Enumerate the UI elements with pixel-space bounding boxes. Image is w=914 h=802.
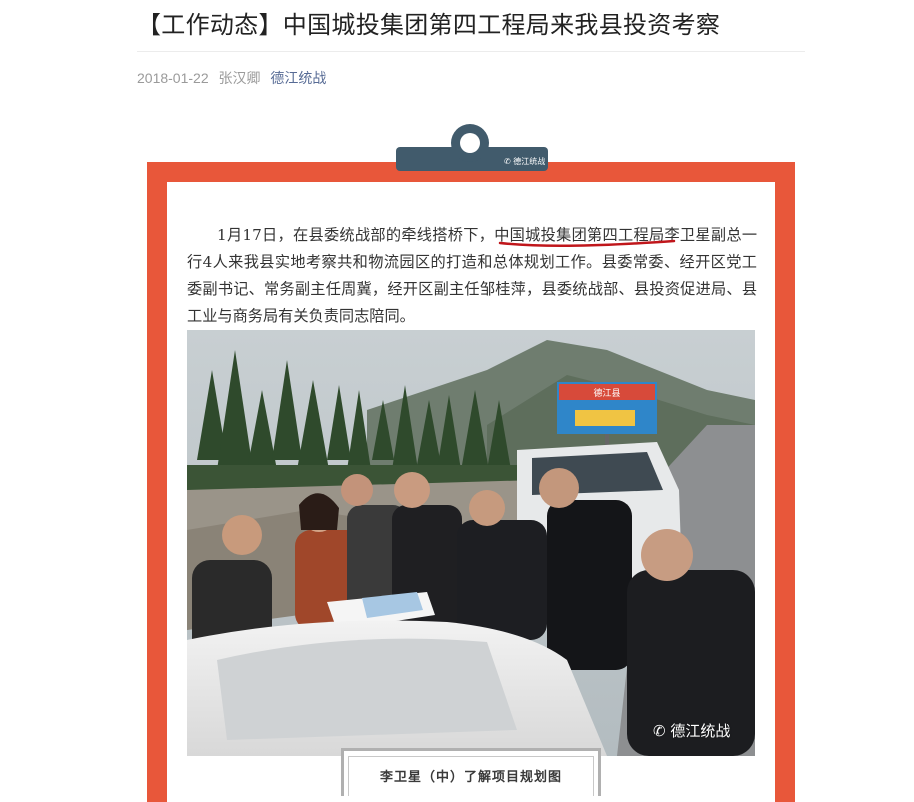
author-name: 张汉卿 bbox=[218, 70, 261, 86]
photo-caption: 李卫星（中）了解项目规划图 bbox=[379, 770, 562, 785]
wechat-watermark-icon: ✆ bbox=[653, 722, 666, 740]
wechat-icon: ✆ bbox=[504, 157, 511, 166]
tag-logo-text: 德江统战 bbox=[513, 157, 546, 166]
article-meta: 2018-01-22 张汉卿 德江统战 bbox=[137, 68, 332, 88]
photo-watermark: ✆ 德江统战 bbox=[653, 720, 730, 741]
publish-date: 2018-01-22 bbox=[137, 70, 209, 86]
para-text-1: 1月17日，在县委统战部的牵线搭桥下， bbox=[217, 226, 495, 244]
source-account-link[interactable]: 德江统战 bbox=[270, 70, 326, 86]
article-photo: 德江县 bbox=[187, 330, 755, 756]
tag-ring-hole bbox=[460, 133, 480, 153]
watermark-text: 德江统战 bbox=[670, 722, 731, 740]
photo-illustration: 德江县 bbox=[187, 330, 755, 756]
billboard-text: 德江县 bbox=[593, 387, 620, 399]
red-underline-mark bbox=[498, 239, 676, 248]
tag-logo: ✆ 德江统战 bbox=[504, 156, 545, 167]
title-divider bbox=[137, 51, 805, 52]
article-title: 【工作动态】中国城投集团第四工程局来我县投资考察 bbox=[137, 11, 721, 39]
